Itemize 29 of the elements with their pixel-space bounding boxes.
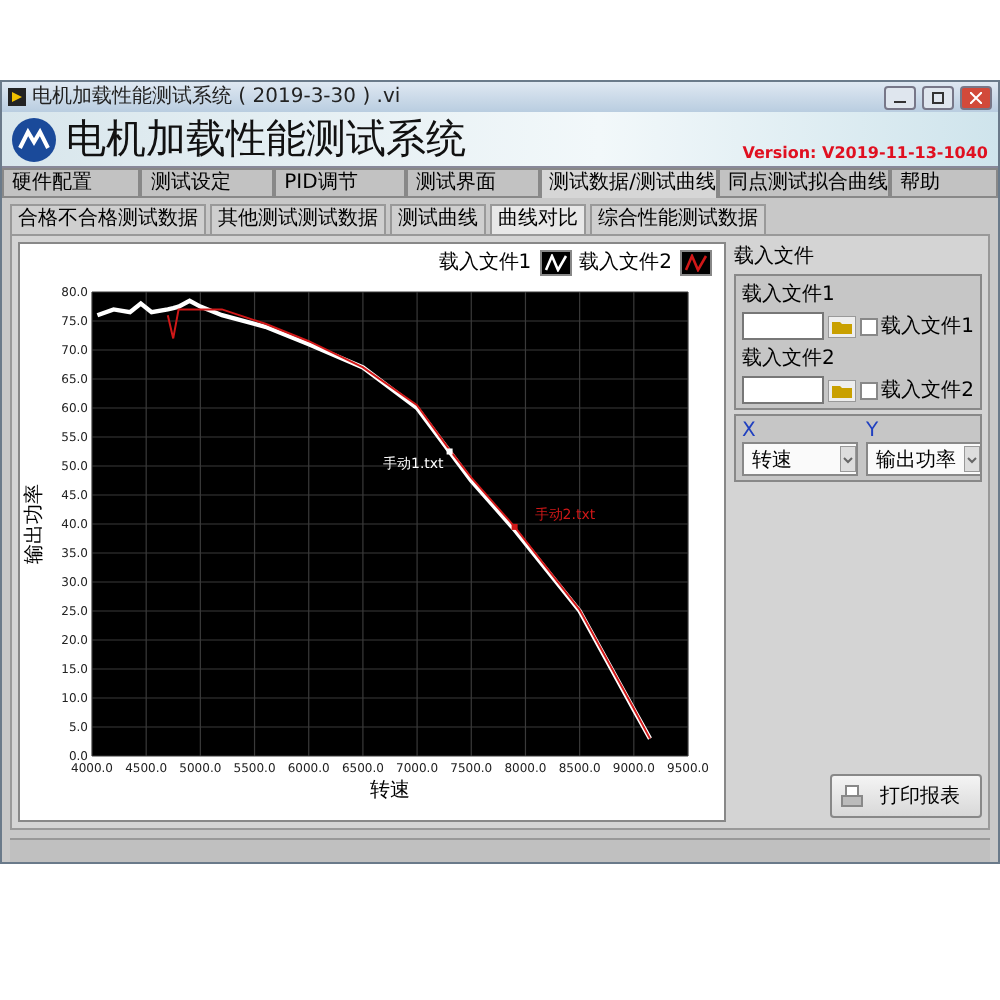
group-title: 载入文件 [734, 243, 816, 270]
main-tab[interactable]: 测试数据/测试曲线 [539, 168, 718, 198]
main-tab[interactable]: 帮助 [890, 168, 999, 198]
legend-label: 载入文件2 [579, 249, 672, 276]
main-tab[interactable]: PID调节 [274, 168, 406, 198]
sub-tab[interactable]: 综合性能测试数据 [590, 204, 766, 234]
axis-select-label: X [742, 420, 758, 442]
axis-label: 转速 [370, 780, 410, 802]
sub-tab[interactable]: 曲线对比 [490, 204, 586, 234]
axis-dropdown[interactable]: 转速 [742, 442, 858, 476]
field-label: 载入文件2 [742, 345, 837, 372]
main-tab[interactable]: 测试设定 [140, 168, 275, 198]
main-tab[interactable]: 测试界面 [405, 168, 540, 198]
sub-tab[interactable]: 其他测试测试数据 [210, 204, 386, 234]
print-button[interactable]: 打印报表 [830, 774, 982, 818]
axis-dropdown[interactable]: 输出功率 [866, 442, 982, 476]
app-title: 电机加载性能测试系统 [66, 112, 468, 166]
axis-label: 输出功率 [24, 484, 46, 564]
version-text: Version: V2019-11-13-1040 [742, 144, 988, 162]
checkbox-label: 载入文件1 [881, 313, 974, 340]
checkbox-label: 载入文件2 [881, 377, 974, 404]
axis-select-label: Y [866, 420, 881, 442]
sub-tab[interactable]: 测试曲线 [390, 204, 486, 234]
field-label: 载入文件1 [742, 281, 837, 308]
window-title: 电机加载性能测试系统 ( 2019-3-30 ) .vi [32, 83, 403, 111]
main-tab[interactable]: 硬件配置 [2, 168, 141, 198]
legend-label: 载入文件1 [438, 249, 532, 276]
main-tab[interactable]: 同点测试拟合曲线 [718, 168, 890, 198]
sub-tab[interactable]: 合格不合格测试数据 [10, 204, 206, 234]
